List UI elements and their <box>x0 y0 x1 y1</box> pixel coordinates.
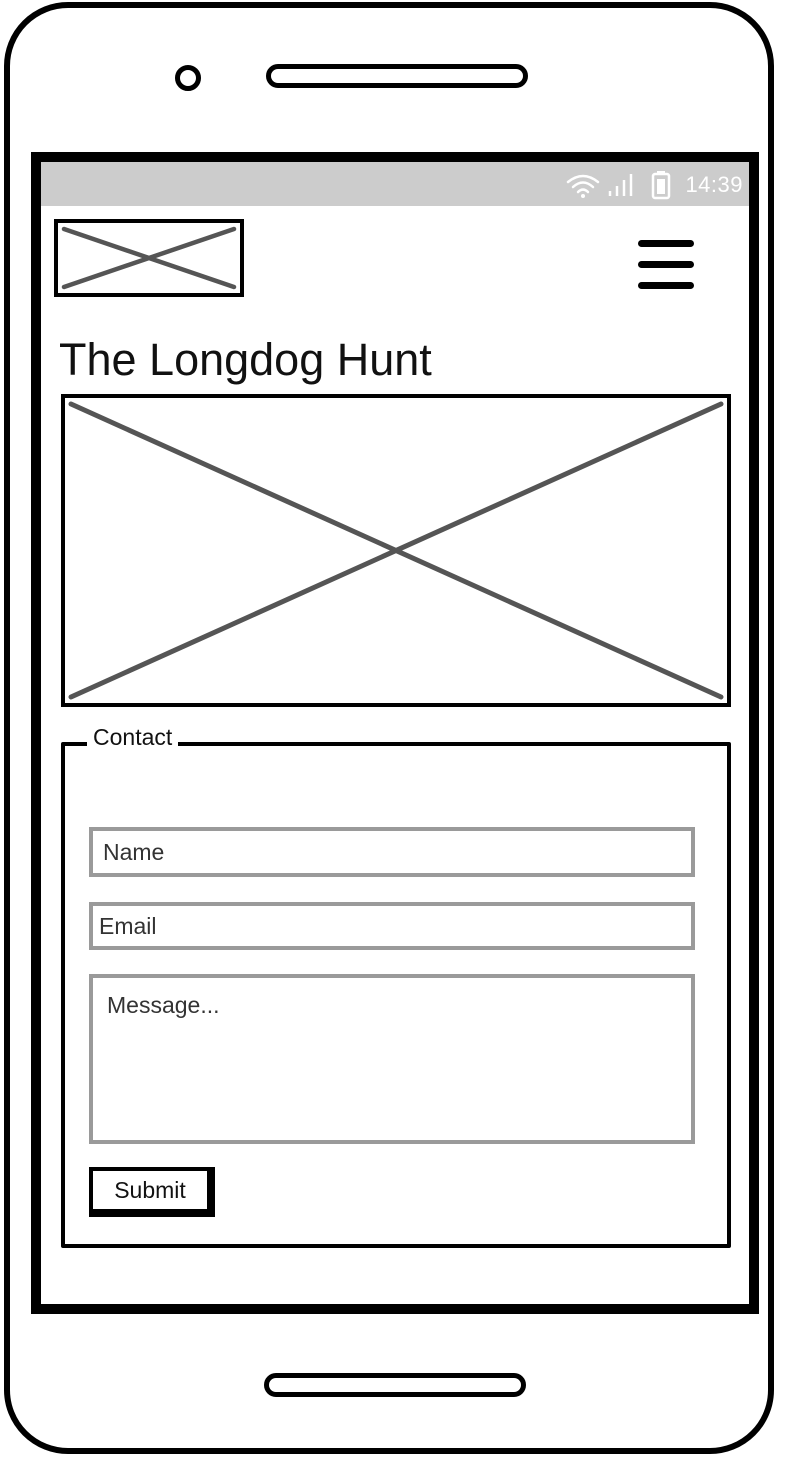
menu-line <box>638 261 694 268</box>
email-input[interactable] <box>89 902 695 950</box>
status-time: 14:39 <box>685 172 743 197</box>
hero-image <box>61 394 731 707</box>
battery-icon <box>651 171 671 200</box>
signal-icon <box>608 174 633 196</box>
bottom-speaker <box>264 1373 526 1397</box>
logo-image[interactable] <box>54 219 244 297</box>
hamburger-menu-icon[interactable] <box>638 240 696 296</box>
status-bar: 14:39 <box>41 162 749 206</box>
submit-button[interactable]: Submit <box>89 1167 215 1217</box>
message-textarea[interactable] <box>89 974 695 1144</box>
contact-legend: Contact <box>87 724 179 751</box>
image-placeholder-icon <box>61 226 237 290</box>
image-placeholder-icon <box>68 401 724 700</box>
page-title: The Longdog Hunt <box>59 334 432 385</box>
menu-line <box>638 240 694 247</box>
name-input[interactable] <box>89 827 695 877</box>
phone-screen: 14:39 The Longdog Hunt Contact Submit <box>31 152 759 1314</box>
wifi-icon <box>566 174 600 198</box>
top-speaker <box>266 64 528 88</box>
front-camera <box>175 65 201 91</box>
menu-line <box>638 282 694 289</box>
